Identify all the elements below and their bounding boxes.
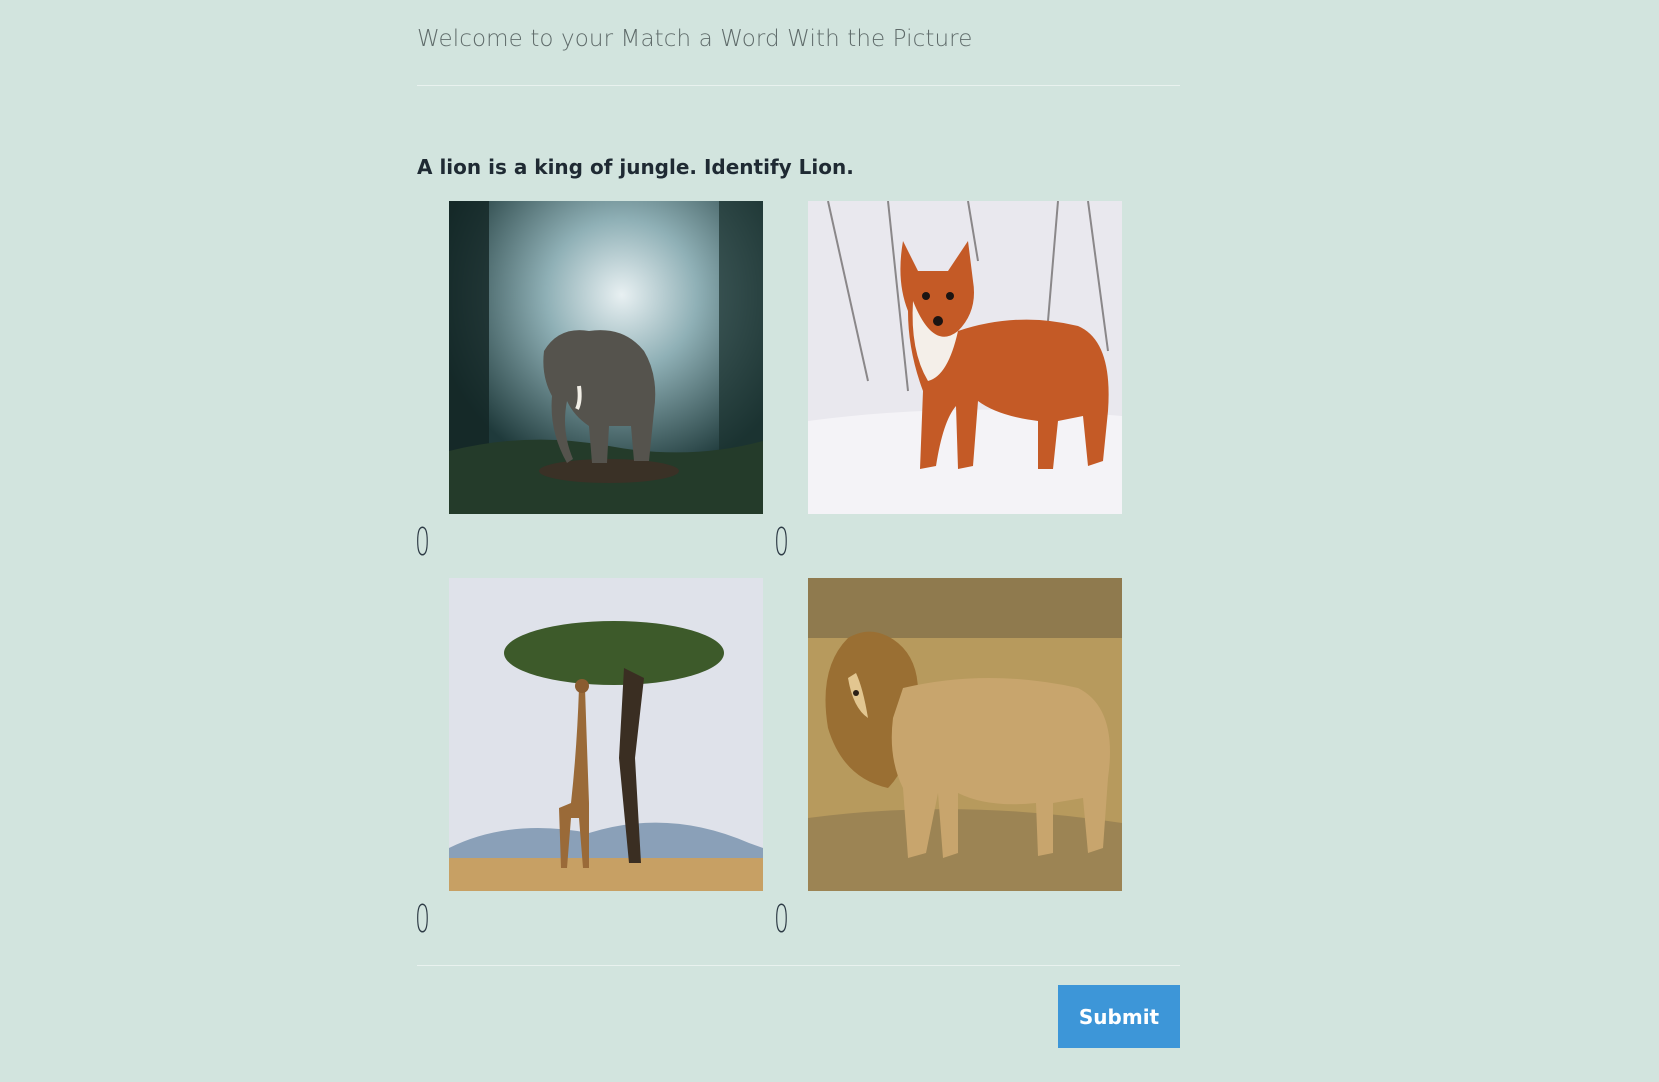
elephant-image[interactable] — [449, 201, 763, 514]
option-radio-label[interactable]: 0 — [415, 520, 430, 564]
fox-image[interactable] — [808, 201, 1122, 514]
quiz-title: Welcome to your Match a Word With the Pi… — [417, 26, 973, 52]
question-text: A lion is a king of jungle. Identify Lio… — [417, 155, 854, 179]
option-radio-label[interactable]: 0 — [415, 897, 430, 941]
submit-button[interactable]: Submit — [1058, 985, 1180, 1048]
top-divider — [417, 85, 1180, 86]
option-radio-label[interactable]: 0 — [774, 897, 789, 941]
bottom-divider — [417, 965, 1180, 966]
quiz-page: Welcome to your Match a Word With the Pi… — [0, 0, 1659, 1082]
lion-image[interactable] — [808, 578, 1122, 891]
option-radio-label[interactable]: 0 — [774, 520, 789, 564]
giraffe-image[interactable] — [449, 578, 763, 891]
